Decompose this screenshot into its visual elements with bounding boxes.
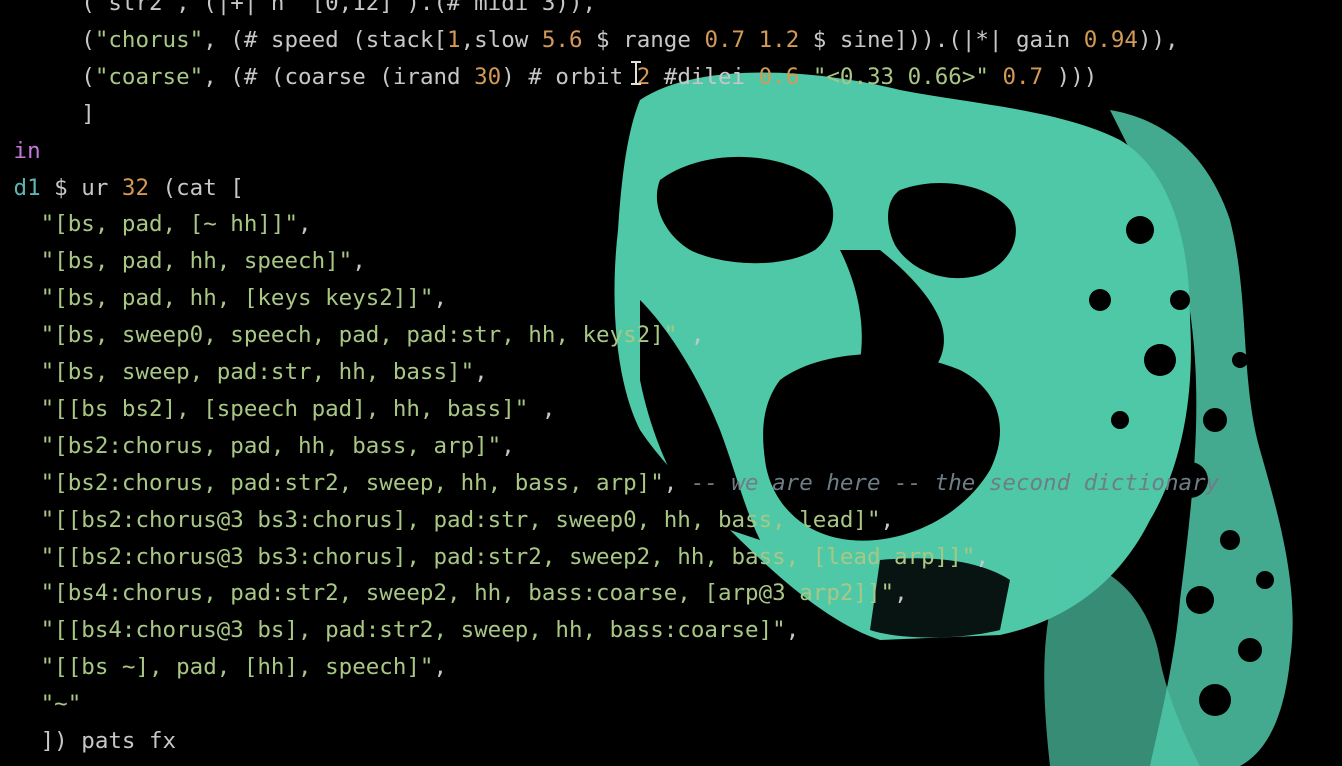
code-token: "[bs2:chorus, pad:str2, sweep, hh, bass,… (40, 469, 664, 496)
code-line: "[bs, pad, hh, speech]", (0, 243, 366, 280)
code-token: , (785, 617, 800, 644)
code-token: "[[bs4:chorus@3 bs], pad:str2, sweep, hh… (40, 617, 786, 644)
code-token: "<0.33 0.66>" (812, 63, 989, 90)
code-token: ,slow (460, 26, 542, 53)
code-line: ]) pats fx (0, 723, 176, 760)
code-token: ( (0, 63, 95, 90)
code-editor[interactable]: ("str2", (|+| n "[0,12]").(# midi 3)), (… (0, 0, 1342, 766)
code-token: $ ur (40, 174, 122, 201)
code-line: ] (0, 96, 95, 133)
code-line: "[[bs ~], pad, [hh], speech]", (0, 649, 447, 686)
code-token: "[bs, sweep, pad:str, hh, bass]" (40, 359, 475, 385)
code-token: #dilei (650, 63, 759, 90)
code-token: ("str2", (|+| n "[0,12]").(# midi 3)), (0, 0, 597, 16)
code-token: $ range (582, 26, 705, 53)
code-line: "[bs2:chorus, pad, hh, bass, arp]", (0, 428, 515, 465)
code-token: , (# (coarse (irand (203, 63, 475, 90)
code-token: "[bs, sweep0, speech, pad, pad:str, hh, … (40, 322, 678, 349)
code-token: 1 (447, 26, 461, 53)
code-token: "[[bs ~], pad, [hh], speech]" (40, 654, 434, 681)
code-token: "[[bs bs2], [speech pad], hh, bass]" (40, 395, 529, 422)
code-token: 32 (121, 174, 150, 201)
i-beam-cursor-icon (631, 61, 641, 85)
code-token: $ sine])).(|*| gain (799, 26, 1084, 53)
live-coding-screen: ("str2", (|+| n "[0,12]").(# midi 3)), (… (0, 0, 1342, 766)
code-line: "[bs, pad, hh, [keys keys2]]", (0, 280, 447, 317)
code-line: "[bs4:chorus, pad:str2, sweep2, hh, bass… (0, 575, 908, 612)
code-token: , (501, 432, 515, 459)
code-token: 0.7 (704, 26, 746, 53)
code-token: , (# speed (stack[ (203, 26, 448, 53)
code-token: , (663, 469, 691, 496)
code-token: ) # orbit (501, 63, 637, 90)
code-token: (cat [ (149, 174, 244, 201)
code-line: d1 $ ur 32 (cat [ (0, 170, 244, 207)
code-token: ] (0, 100, 95, 127)
code-token: "coarse" (94, 63, 204, 90)
code-line: in (0, 133, 41, 170)
code-token: , (433, 285, 448, 312)
code-token: , (352, 248, 366, 275)
code-token: , (528, 395, 556, 422)
code-line: "[[bs2:chorus@3 bs3:chorus], pad:str2, s… (0, 539, 989, 576)
code-line: "[bs, sweep0, speech, pad, pad:str, hh, … (0, 317, 705, 354)
code-token: "[bs2:chorus, pad, hh, bass, arp]" (40, 432, 502, 459)
code-token: "~" (40, 691, 82, 718)
code-line: ("str2", (|+| n "[0,12]").(# midi 3)), (0, 0, 596, 22)
code-token: , (894, 580, 908, 607)
code-line: "~" (0, 686, 82, 723)
code-token: , (880, 506, 895, 533)
code-token: 5.6 (541, 26, 583, 53)
code-token: )), (1137, 26, 1179, 53)
code-token: "[bs, pad, hh, [keys keys2]]" (40, 285, 434, 312)
code-token: ]) pats fx (0, 728, 177, 754)
code-token: "chorus" (94, 26, 204, 53)
code-token: in (0, 137, 41, 164)
code-line: "[[bs4:chorus@3 bs], pad:str2, sweep, hh… (0, 612, 800, 649)
code-token: 0.6 (758, 63, 800, 90)
code-token: "[[bs2:chorus@3 bs3:chorus], pad:str, sw… (40, 506, 881, 533)
code-token: , (433, 654, 448, 681)
code-token: 30 (474, 63, 502, 90)
code-token: , (975, 543, 989, 570)
code-token: 0.94 (1083, 26, 1138, 53)
code-token: "[bs4:chorus, pad:str2, sweep2, hh, bass… (40, 580, 895, 607)
code-line: "[bs2:chorus, pad:str2, sweep, hh, bass,… (0, 465, 1220, 502)
code-token: "[bs, pad, hh, speech]" (40, 248, 353, 275)
code-token: 1.2 (758, 26, 800, 53)
code-token: ))) (1043, 63, 1098, 90)
code-line: ("chorus", (# speed (stack[1,slow 5.6 $ … (0, 22, 1179, 59)
code-token: , (474, 359, 488, 385)
code-line: ("coarse", (# (coarse (irand 30) # orbit… (0, 59, 1097, 96)
code-token: d1 (0, 174, 41, 201)
code-token: -- we are here -- the second dictionary (690, 469, 1220, 496)
code-token: , (677, 322, 705, 349)
code-line: "[bs, sweep, pad:str, hh, bass]", (0, 354, 488, 391)
code-line: "[bs, pad, [~ hh]]", (0, 206, 312, 243)
code-token: , (298, 211, 312, 238)
code-token: "[[bs2:chorus@3 bs3:chorus], pad:str2, s… (40, 543, 976, 570)
code-token: "[bs, pad, [~ hh]]" (40, 211, 299, 238)
code-line: "[[bs2:chorus@3 bs3:chorus], pad:str, sw… (0, 502, 894, 539)
code-token: ( (0, 26, 95, 53)
code-line: "[[bs bs2], [speech pad], hh, bass]" , (0, 391, 556, 428)
code-token: 0.7 (1002, 63, 1044, 90)
